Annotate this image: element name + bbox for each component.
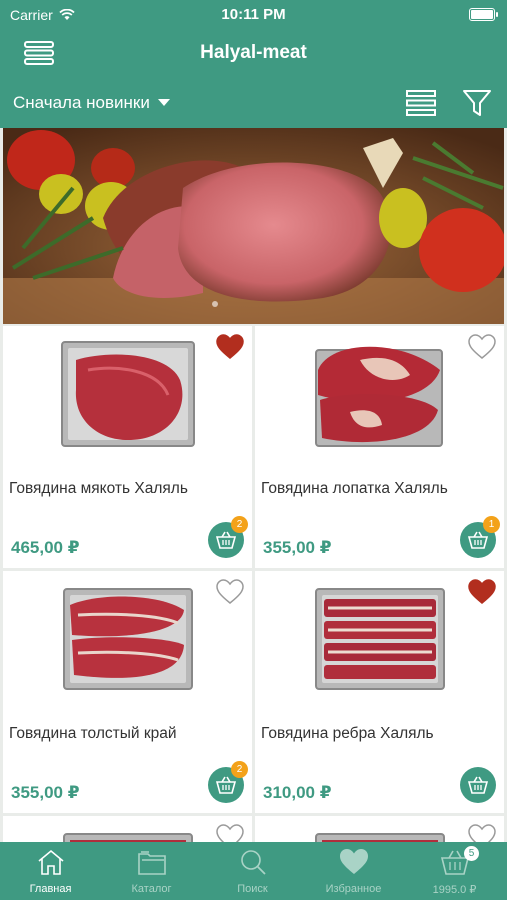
product-name: Говядина мякоть Халяль: [9, 480, 188, 497]
cart-count-badge: 2: [231, 516, 248, 533]
product-price: 465,00 ₽: [11, 538, 80, 557]
product-name: Говядина ребра Халяль: [261, 725, 434, 742]
tab-cart[interactable]: 5 1995.0 ₽: [404, 842, 505, 900]
add-to-cart-button[interactable]: [460, 767, 496, 803]
sort-dropdown[interactable]: Сначала новинки: [13, 93, 170, 113]
battery-icon: [469, 8, 498, 21]
tab-home[interactable]: Главная: [0, 842, 101, 900]
sort-label: Сначала новинки: [13, 93, 150, 112]
tab-label: Поиск: [237, 883, 268, 895]
status-bar: Carrier 10:11 PM: [0, 0, 507, 30]
add-to-cart-button[interactable]: 2: [208, 761, 248, 803]
tab-label: Главная: [29, 883, 72, 895]
cart-count-badge: 2: [231, 761, 248, 778]
cart-total-badge: 5: [464, 846, 479, 861]
clock: 10:11 PM: [221, 6, 286, 23]
page-title: Halyal-meat: [200, 42, 307, 63]
product-card[interactable]: Говядина лопатка Халяль 355,00 ₽ 1: [255, 326, 504, 568]
favorite-heart-icon[interactable]: [468, 334, 496, 360]
heart-icon: [340, 849, 368, 874]
product-image: [61, 341, 195, 447]
add-to-cart-button[interactable]: 1: [460, 516, 500, 558]
carousel-dot[interactable]: [212, 301, 218, 307]
navigation-bar: Halyal-meat: [0, 30, 507, 78]
tab-catalog[interactable]: Каталог: [101, 842, 202, 900]
product-image: [315, 346, 443, 447]
product-price: 310,00 ₽: [263, 783, 332, 802]
tab-label: Избранное: [325, 883, 382, 895]
favorite-heart-icon[interactable]: [216, 579, 244, 605]
chevron-down-icon: [157, 99, 170, 106]
add-to-cart-button[interactable]: 2: [208, 516, 248, 558]
product-card[interactable]: Говядина толстый край 355,00 ₽ 2: [3, 571, 252, 813]
tab-bar: Главная Каталог Поиск Избранное 5 1995.0…: [0, 842, 507, 900]
basket-icon: [468, 776, 488, 794]
product-name: Говядина лопатка Халяль: [261, 480, 448, 497]
favorite-heart-icon[interactable]: [216, 334, 244, 360]
home-icon: [38, 849, 64, 875]
basket-icon: [468, 531, 488, 549]
filter-icon[interactable]: [462, 88, 492, 118]
product-card[interactable]: Говядина ребра Халяль 310,00 ₽: [255, 571, 504, 813]
folder-icon: [138, 851, 166, 875]
banner-image: [3, 128, 504, 324]
list-view-icon[interactable]: [406, 88, 436, 118]
product-price: 355,00 ₽: [263, 538, 332, 557]
product-card[interactable]: Говядина мякоть Халяль 465,00 ₽ 2: [3, 326, 252, 568]
cart-count-badge: 1: [483, 516, 500, 533]
product-image: [315, 588, 445, 690]
promo-banner[interactable]: [3, 128, 504, 324]
product-image: [63, 588, 193, 690]
basket-icon: [216, 531, 236, 549]
product-name: Говядина толстый край: [9, 725, 177, 742]
search-icon: [241, 850, 266, 875]
tab-favorites[interactable]: Избранное: [303, 842, 404, 900]
tab-label: Каталог: [131, 883, 172, 895]
product-price: 355,00 ₽: [11, 783, 80, 802]
tab-search[interactable]: Поиск: [202, 842, 303, 900]
favorite-heart-icon[interactable]: [468, 579, 496, 605]
basket-icon: [216, 776, 236, 794]
tab-label: 1995.0 ₽: [432, 884, 477, 896]
sort-bar: Сначала новинки: [0, 78, 507, 128]
